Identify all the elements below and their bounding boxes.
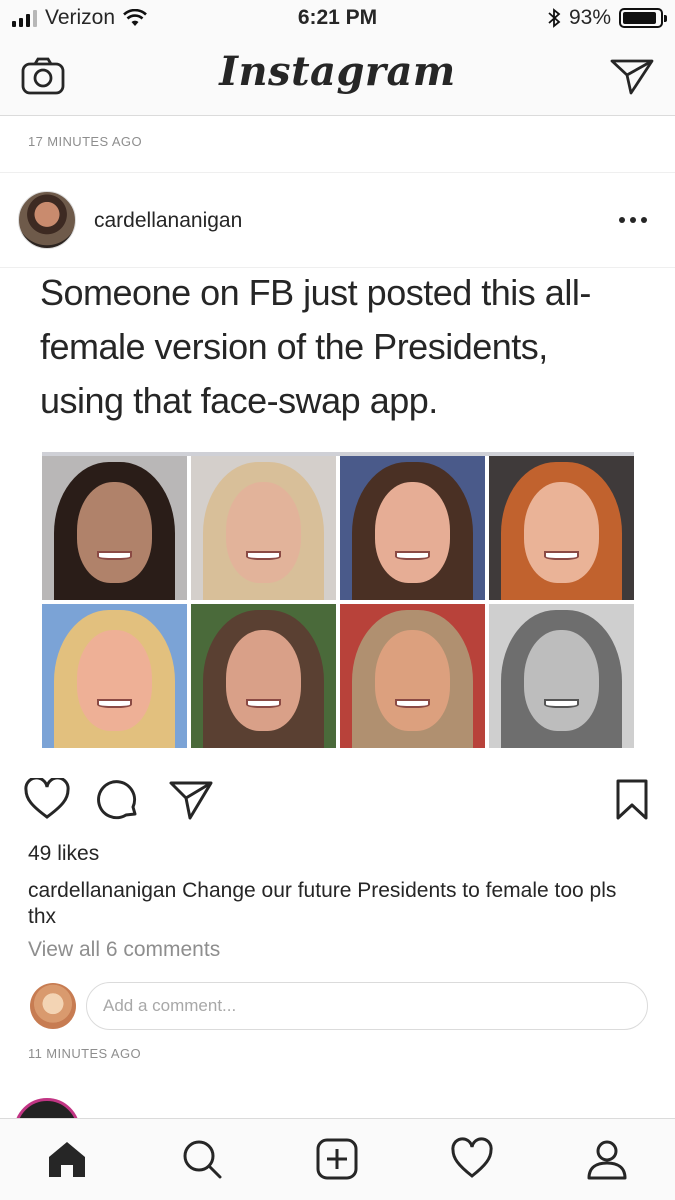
bluetooth-icon (548, 8, 561, 28)
post-username[interactable]: cardellananigan (94, 209, 242, 233)
share-icon[interactable] (168, 778, 214, 822)
face-photo (191, 604, 336, 748)
like-heart-icon[interactable] (24, 778, 70, 820)
previous-post-time: 17 MINUTES AGO (28, 134, 142, 149)
post-actions (0, 772, 675, 828)
face-photo (489, 456, 634, 600)
avatar[interactable] (18, 191, 76, 249)
face-photo (191, 456, 336, 600)
post-image-text: Someone on FB just posted this all-femal… (40, 272, 591, 421)
post-image-grid (42, 452, 634, 748)
profile-icon[interactable] (585, 1137, 629, 1181)
face-photo (42, 604, 187, 748)
direct-send-icon[interactable] (609, 56, 655, 96)
bookmark-icon[interactable] (614, 778, 650, 822)
add-icon[interactable] (315, 1137, 359, 1181)
comment-icon[interactable] (97, 778, 141, 822)
home-icon[interactable] (45, 1137, 89, 1181)
more-options-icon[interactable] (619, 217, 647, 223)
activity-heart-icon[interactable] (450, 1137, 494, 1181)
post-caption: cardellananigan Change our future Presid… (28, 878, 648, 930)
battery-icon (619, 8, 667, 28)
caption-username[interactable]: cardellananigan (28, 879, 176, 902)
current-user-avatar (30, 983, 76, 1029)
instagram-logo: Instagram (219, 48, 456, 95)
status-right: 93% (547, 6, 667, 30)
battery-fill (623, 12, 657, 24)
face-photo (340, 604, 485, 748)
bottom-tab-bar (0, 1118, 675, 1200)
search-icon[interactable] (180, 1137, 224, 1181)
comment-field[interactable] (86, 982, 648, 1030)
battery-percent: 93% (568, 6, 611, 29)
face-photo (489, 604, 634, 748)
comment-input[interactable] (87, 983, 647, 1029)
like-count[interactable]: 49 likes (28, 842, 99, 866)
view-all-comments-link[interactable]: View all 6 comments (28, 938, 220, 962)
app-header: Instagram (0, 38, 675, 116)
status-bar: Verizon 6:21 PM 93% (0, 0, 675, 38)
post-header: cardellananigan (0, 172, 675, 268)
post-time: 11 MINUTES AGO (28, 1046, 141, 1061)
face-photo (42, 456, 187, 600)
face-photo (340, 456, 485, 600)
